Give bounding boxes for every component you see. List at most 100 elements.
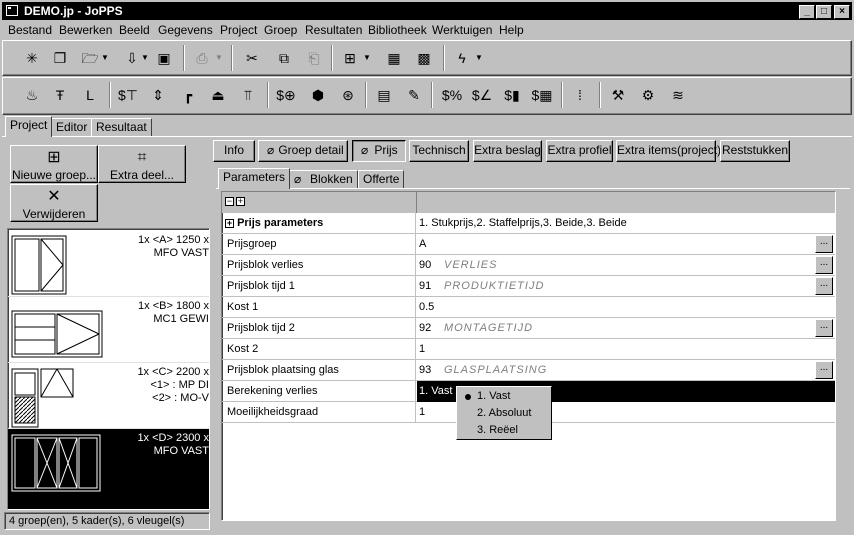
copy-icon[interactable]: ❐ bbox=[49, 47, 71, 69]
grid-row-kost1[interactable]: Kost 1 0.5 bbox=[222, 297, 835, 318]
delete-button[interactable]: ✕ Verwijderen bbox=[10, 184, 98, 222]
row-value[interactable]: 93 GLASPLAATSING... bbox=[417, 360, 835, 381]
notes-icon[interactable]: ✎ bbox=[403, 84, 425, 106]
tab-offerte[interactable]: Offerte bbox=[358, 170, 405, 189]
section-row[interactable]: + Prijs parameters 1. Stukprijs,2. Staff… bbox=[222, 213, 835, 234]
popup-option[interactable]: 2. Absoluut bbox=[457, 405, 551, 422]
import-dropdown-icon[interactable]: ▼ bbox=[141, 53, 149, 62]
popup-option[interactable]: 1. Vast bbox=[457, 388, 551, 405]
menu-beeld[interactable]: Beeld bbox=[119, 23, 150, 37]
group-icon[interactable]: ▦ bbox=[383, 47, 405, 69]
row-value[interactable]: A... bbox=[417, 234, 835, 255]
tab-blocks[interactable]: ⌀ Blokken bbox=[287, 170, 358, 189]
browse-button[interactable]: ... bbox=[815, 361, 833, 379]
tab-project[interactable]: Project bbox=[5, 116, 53, 137]
sill-icon[interactable]: ⫪ bbox=[237, 84, 259, 106]
price-profile-icon[interactable]: $⊤ bbox=[117, 84, 139, 106]
save-icon[interactable]: ▣ bbox=[153, 47, 175, 69]
grid-row-plaatsing-glas[interactable]: Prijsblok plaatsing glas 93 GLASPLAATSING… bbox=[222, 360, 835, 381]
browse-button[interactable]: ... bbox=[815, 277, 833, 295]
sash-icon[interactable]: L bbox=[79, 84, 101, 106]
grid-row-kost2[interactable]: Kost 2 1 bbox=[222, 339, 835, 360]
menu-groep[interactable]: Groep bbox=[264, 23, 297, 37]
grid-row-prijsblok-tijd2[interactable]: Prijsblok tijd 2 92 MONTAGETIJD... bbox=[222, 318, 835, 339]
price-percent-icon[interactable]: $% bbox=[441, 84, 463, 106]
price-hardware-icon[interactable]: $⊕ bbox=[275, 84, 297, 106]
open-icon[interactable]: 🗁 bbox=[79, 47, 101, 69]
tab-resultaat[interactable]: Resultaat bbox=[91, 118, 152, 137]
browse-button[interactable]: ... bbox=[815, 235, 833, 253]
menu-werktuigen[interactable]: Werktuigen bbox=[432, 23, 492, 37]
list-item[interactable]: 1x <B> 1800 x MC1 GEWI bbox=[8, 297, 209, 363]
remnants-button[interactable]: Reststukken bbox=[720, 140, 790, 162]
row-value[interactable]: 91 PRODUKTIETIJD... bbox=[417, 276, 835, 297]
lightning-dropdown-icon[interactable]: ▼ bbox=[475, 53, 483, 62]
price-graph-icon[interactable]: $∠ bbox=[471, 84, 493, 106]
height-icon[interactable]: ⁞ bbox=[569, 84, 591, 106]
tools-icon[interactable]: ⚒ bbox=[607, 84, 629, 106]
settings-icon[interactable]: ⚙ bbox=[637, 84, 659, 106]
app-icon[interactable] bbox=[6, 5, 18, 16]
row-value[interactable]: 1 bbox=[417, 339, 835, 360]
sheet-icon[interactable]: ▤ bbox=[373, 84, 395, 106]
minimize-button[interactable]: _ bbox=[799, 5, 815, 19]
paste-icon[interactable]: ⧉ bbox=[273, 47, 295, 69]
grid-icon[interactable]: ⊞ bbox=[339, 47, 361, 69]
collapse-icon[interactable]: − bbox=[225, 197, 234, 206]
multi-icon[interactable]: ▩ bbox=[413, 47, 435, 69]
hinge-icon[interactable]: ⏏ bbox=[207, 84, 229, 106]
group-detail-button[interactable]: ⌀ Groep detail bbox=[258, 140, 348, 162]
menu-bibliotheek[interactable]: Bibliotheek bbox=[368, 23, 427, 37]
menu-gegevens[interactable]: Gegevens bbox=[158, 23, 213, 37]
glass-icon[interactable]: ⬢ bbox=[307, 84, 329, 106]
cylinder-icon[interactable]: ⊛ bbox=[337, 84, 359, 106]
grid-row-prijsblok-tijd1[interactable]: Prijsblok tijd 1 91 PRODUKTIETIJD... bbox=[222, 276, 835, 297]
technical-button[interactable]: Technisch bbox=[409, 140, 469, 162]
price-button[interactable]: ⌀ Prijs bbox=[352, 140, 406, 162]
price-bars-icon[interactable]: $▮ bbox=[501, 84, 523, 106]
new-icon[interactable]: ✳ bbox=[21, 47, 43, 69]
popup-option[interactable]: 3. Reëel bbox=[457, 422, 551, 439]
corner-icon[interactable]: ┏ bbox=[177, 84, 199, 106]
grid-dropdown-icon[interactable]: ▼ bbox=[363, 53, 371, 62]
expand-icon[interactable]: + bbox=[236, 197, 245, 206]
frame-icon[interactable]: Ŧ bbox=[49, 84, 71, 106]
menu-resultaten[interactable]: Resultaten bbox=[305, 23, 362, 37]
extra-part-button[interactable]: ⌗ Extra deel... bbox=[98, 145, 186, 183]
grid-row-prijsblok-verlies[interactable]: Prijsblok verlies 90 VERLIES... bbox=[222, 255, 835, 276]
info-button[interactable]: Info bbox=[213, 140, 255, 162]
dimension-icon[interactable]: ⇕ bbox=[147, 84, 169, 106]
profile-icon[interactable]: ♨ bbox=[21, 84, 43, 106]
browse-button[interactable]: ... bbox=[815, 256, 833, 274]
group-list[interactable]: 1x <A> 1250 x MFO VAST 1x <B> 1800 x MC1… bbox=[7, 228, 210, 510]
tab-parameters[interactable]: Parameters bbox=[218, 168, 291, 189]
menu-help[interactable]: Help bbox=[499, 23, 524, 37]
tab-editor[interactable]: Editor bbox=[51, 118, 93, 137]
row-value[interactable]: 92 MONTAGETIJD... bbox=[417, 318, 835, 339]
browse-button[interactable]: ... bbox=[815, 319, 833, 337]
menu-project[interactable]: Project bbox=[220, 23, 257, 37]
list-item[interactable]: 1x <A> 1250 x MFO VAST bbox=[8, 231, 209, 297]
print-dropdown-icon[interactable]: ▼ bbox=[215, 53, 223, 62]
open-dropdown-icon[interactable]: ▼ bbox=[101, 53, 109, 62]
expand-section-icon[interactable]: + bbox=[225, 218, 234, 228]
lightning-icon[interactable]: ϟ bbox=[451, 47, 473, 69]
extra-profile-button[interactable]: Extra profiel bbox=[546, 140, 613, 162]
price-table-icon[interactable]: $▦ bbox=[531, 84, 553, 106]
print-icon[interactable]: ⎙ bbox=[191, 47, 213, 69]
spring-icon[interactable]: ≋ bbox=[667, 84, 689, 106]
row-value[interactable]: 0.5 bbox=[417, 297, 835, 318]
row-value[interactable]: 90 VERLIES... bbox=[417, 255, 835, 276]
extra-items-button[interactable]: Extra items(project) bbox=[616, 140, 721, 162]
list-item-selected[interactable]: 1x <D> 2300 x MFO VAST bbox=[8, 429, 209, 509]
menu-bestand[interactable]: Bestand bbox=[8, 23, 52, 37]
extra-hardware-button[interactable]: Extra beslag bbox=[473, 140, 542, 162]
clipboard-icon[interactable]: ⎗ bbox=[303, 47, 325, 69]
import-icon[interactable]: ⇩ bbox=[121, 47, 143, 69]
cut-icon[interactable]: ✂ bbox=[241, 47, 263, 69]
grid-row-prijsgroep[interactable]: Prijsgroep A... bbox=[222, 234, 835, 255]
close-button[interactable]: × bbox=[834, 5, 850, 19]
new-group-button[interactable]: ⊞ Nieuwe groep... bbox=[10, 145, 98, 183]
maximize-button[interactable]: □ bbox=[816, 5, 832, 19]
list-item[interactable]: 1x <C> 2200 x <1> : MP DI <2> : MO-V bbox=[8, 363, 209, 429]
